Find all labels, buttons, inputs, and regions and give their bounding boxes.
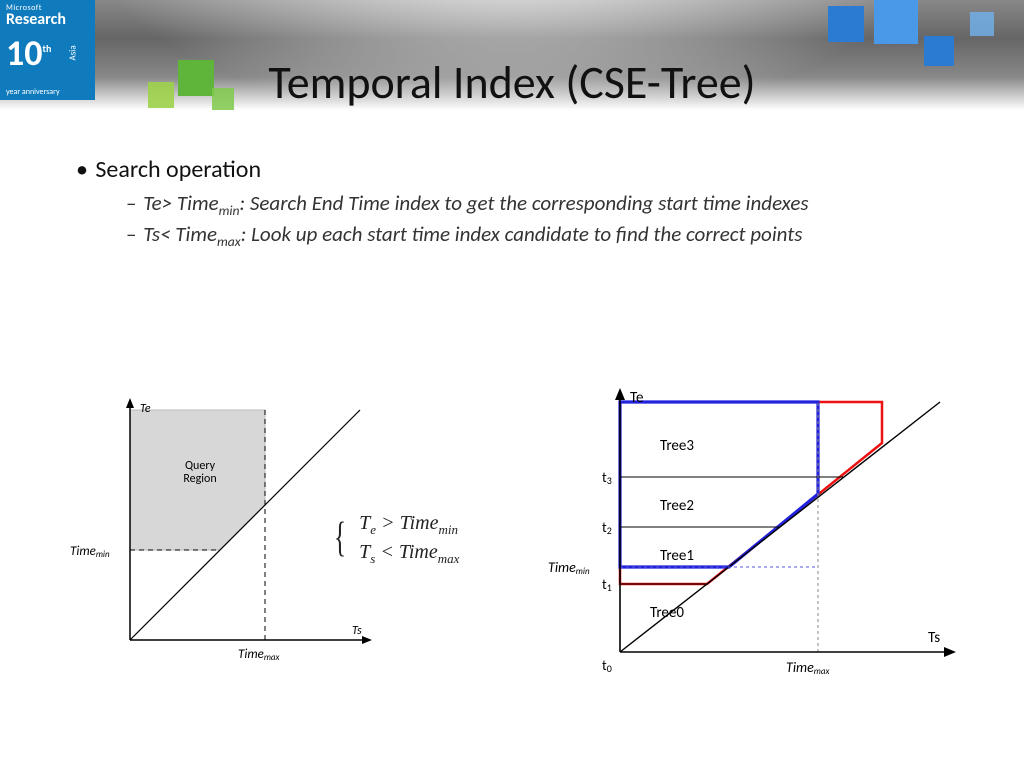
- logo-th: th: [43, 42, 52, 55]
- figures-area: Te Ts Query Region Timemin Timemax Query…: [0, 390, 1024, 730]
- deco-square: [874, 0, 918, 44]
- x-axis-label: Ts: [352, 624, 362, 638]
- x-axis-label: Ts: [928, 629, 940, 647]
- bullet-te-condition: Te> Timemin: Search End Time index to ge…: [148, 190, 974, 219]
- bullet-te-rest: : Search End Time index to get the corre…: [240, 190, 809, 216]
- tree0-label: Tree0: [650, 604, 684, 622]
- tree1-label: Tree1: [660, 547, 694, 565]
- brace-icon: {: [334, 510, 346, 567]
- tree3-label: Tree3: [660, 437, 694, 455]
- constraints-math: { Te > Timemin Ts < Timemax: [330, 510, 459, 567]
- y-axis-arrow-icon: [615, 388, 625, 400]
- time-min-label: Timemin: [70, 544, 110, 560]
- y-axis-arrow-icon: [126, 398, 134, 408]
- query-region-outline: [620, 402, 818, 567]
- tick-t1: t1: [602, 576, 612, 594]
- x-axis-arrow-icon: [944, 647, 956, 657]
- bullet-ts-rest: : Look up each start time index candidat…: [241, 221, 803, 247]
- bullet-ts-condition: Ts< Timemax: Look up each start time ind…: [148, 221, 974, 250]
- deco-square: [828, 6, 864, 42]
- x-axis-arrow-icon: [362, 636, 372, 644]
- tree2-label: Tree2: [660, 497, 694, 515]
- right-chart: Te Ts t1 t2 t3 Timemin t0 Timemax Tree0 …: [540, 382, 970, 702]
- logo-asia: Asia: [68, 45, 77, 60]
- logo-ten: 10: [6, 31, 43, 75]
- deco-square: [970, 12, 994, 36]
- bullet-search-operation: Search operation: [100, 155, 974, 184]
- time-max-label: Timemax: [238, 647, 280, 663]
- time-min-label: Timemin: [548, 559, 590, 577]
- bullet-ts-sub: max: [217, 233, 241, 250]
- logo-research: Research: [6, 12, 89, 29]
- logo-anniversary: year anniversary: [6, 88, 60, 96]
- microsoft-research-logo: Microsoft Research 10th Asia year annive…: [0, 0, 95, 100]
- tick-t0: t0: [602, 657, 612, 675]
- tick-t2: t2: [602, 519, 612, 537]
- y-axis-label: Te: [630, 389, 643, 407]
- bullet-ts-lead: Ts< Time: [143, 221, 217, 247]
- slide-title: Temporal Index (CSE-Tree): [0, 55, 1024, 111]
- y-axis-label: Te: [140, 402, 151, 416]
- tick-t3: t3: [602, 469, 612, 487]
- query-region-text: QueryRegion: [170, 460, 230, 486]
- bullet-te-sub: min: [219, 202, 240, 219]
- bullet-te-lead: Te> Time: [143, 190, 218, 216]
- time-max-label: Timemax: [786, 659, 830, 677]
- body-text: Search operation Te> Timemin: Search End…: [70, 155, 974, 253]
